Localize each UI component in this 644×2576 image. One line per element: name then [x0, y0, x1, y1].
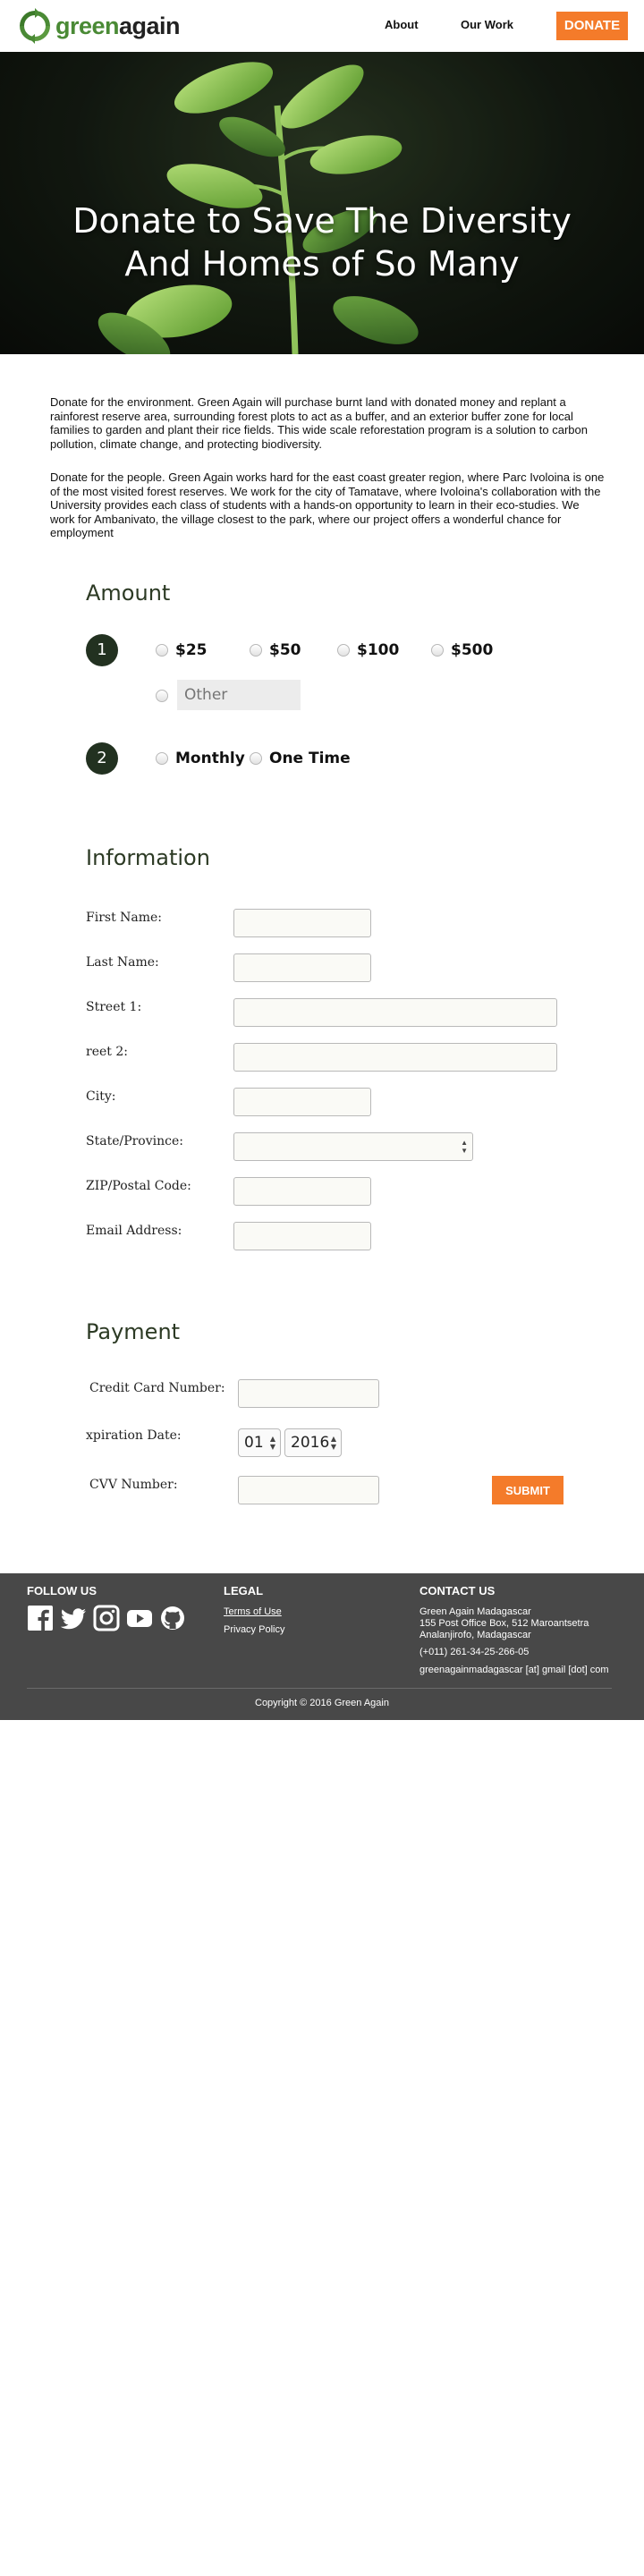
amount-option-25[interactable]: $25	[156, 640, 208, 660]
cvv-field[interactable]	[238, 1476, 379, 1504]
street1-label: Street 1:	[86, 1000, 142, 1014]
contact-address-line2: Analanjirofo, Madagascar	[419, 1630, 531, 1640]
select-arrows-icon: ▲ ▼	[269, 1435, 275, 1451]
zip-field[interactable]	[233, 1177, 371, 1206]
email-field[interactable]	[233, 1222, 371, 1250]
expiry-year-select[interactable]: 2016 ▲ ▼	[284, 1428, 342, 1457]
last-name-label: Last Name:	[86, 955, 159, 970]
select-arrows-icon: ▲ ▼	[461, 1139, 468, 1155]
state-label: State/Province:	[86, 1134, 183, 1148]
street2-label: reet 2:	[86, 1045, 128, 1059]
amount-option-100[interactable]: $100	[337, 640, 399, 660]
radio-button[interactable]	[156, 690, 168, 702]
logo-wordmark: greenagain	[55, 12, 181, 40]
hero-title: Donate to Save The Diversity And Homes o…	[72, 201, 572, 284]
github-icon[interactable]	[159, 1605, 186, 1631]
nav-link-our-work[interactable]: Our Work	[461, 18, 513, 31]
city-field[interactable]	[233, 1088, 371, 1116]
select-arrows-icon: ▲ ▼	[330, 1435, 336, 1451]
card-number-field[interactable]	[238, 1379, 379, 1408]
follow-us-heading: FOLLOW US	[27, 1584, 97, 1597]
step-1-badge: 1	[86, 634, 118, 666]
submit-button[interactable]: SUBMIT	[492, 1476, 564, 1504]
expiry-month-value: 01	[244, 1434, 264, 1452]
email-label: Email Address:	[86, 1224, 182, 1238]
radio-button[interactable]	[337, 644, 350, 657]
intro-paragraph-environment: Donate for the environment. Green Again …	[50, 395, 588, 451]
nav-link-about[interactable]: About	[385, 18, 419, 31]
radio-button[interactable]	[250, 644, 262, 657]
contact-phone: (+011) 261-34-25-266-05	[419, 1647, 530, 1657]
facebook-icon[interactable]	[27, 1605, 54, 1631]
amount-option-label: $500	[451, 641, 494, 659]
frequency-option-label: Monthly	[175, 750, 245, 767]
site-logo[interactable]: greenagain	[16, 7, 181, 45]
radio-button[interactable]	[431, 644, 444, 657]
amount-section-title: Amount	[86, 580, 171, 606]
privacy-policy-link[interactable]: Privacy Policy	[224, 1624, 284, 1635]
state-select[interactable]: ▲ ▼	[233, 1132, 473, 1161]
expiry-month-select[interactable]: 01 ▲ ▼	[238, 1428, 281, 1457]
radio-button[interactable]	[250, 752, 262, 765]
amount-option-other[interactable]	[156, 686, 175, 706]
contact-org: Green Again Madagascar	[419, 1606, 531, 1617]
copyright-text: Copyright © 2016 Green Again	[255, 1698, 389, 1708]
radio-button[interactable]	[156, 752, 168, 765]
frequency-option-monthly[interactable]: Monthly	[156, 749, 245, 768]
logo-text-green: green	[55, 13, 120, 39]
intro-paragraph-people: Donate for the people. Green Again works…	[50, 470, 605, 539]
logo-text-dark: again	[119, 13, 181, 39]
amount-option-label: $50	[269, 641, 301, 659]
street1-field[interactable]	[233, 998, 557, 1027]
amount-option-label: $100	[357, 641, 400, 659]
card-number-label: Credit Card Number:	[89, 1381, 225, 1395]
top-nav: greenagain About Our Work DONATE	[0, 0, 644, 52]
legal-heading: LEGAL	[224, 1584, 264, 1597]
last-name-field[interactable]	[233, 953, 371, 982]
frequency-option-label: One Time	[269, 750, 351, 767]
city-label: City:	[86, 1089, 116, 1104]
contact-address-line1: 155 Post Office Box, 512 Maroantsetra	[419, 1618, 589, 1629]
twitter-icon[interactable]	[60, 1605, 87, 1631]
instagram-icon[interactable]	[93, 1605, 120, 1631]
step-2-badge: 2	[86, 742, 118, 775]
frequency-option-one-time[interactable]: One Time	[250, 749, 351, 768]
social-links	[27, 1605, 192, 1631]
youtube-icon[interactable]	[126, 1605, 153, 1631]
amount-option-50[interactable]: $50	[250, 640, 301, 660]
radio-button[interactable]	[156, 644, 168, 657]
amount-option-500[interactable]: $500	[431, 640, 493, 660]
cvv-label: CVV Number:	[89, 1478, 178, 1492]
contact-us-heading: CONTACT US	[419, 1584, 496, 1597]
amount-option-label: $25	[175, 641, 208, 659]
terms-of-use-link[interactable]: Terms of Use	[224, 1606, 282, 1617]
information-section-title: Information	[86, 845, 210, 870]
expiry-label: xpiration Date:	[86, 1428, 182, 1443]
contact-email: greenagainmadagascar [at] gmail [dot] co…	[419, 1665, 609, 1675]
footer-divider	[27, 1688, 612, 1689]
expiry-year-value: 2016	[291, 1434, 330, 1452]
nav-donate-button[interactable]: DONATE	[556, 12, 628, 40]
first-name-label: First Name:	[86, 911, 163, 925]
first-name-field[interactable]	[233, 909, 371, 937]
street2-field[interactable]	[233, 1043, 557, 1072]
payment-section-title: Payment	[86, 1319, 181, 1344]
hero-banner: Donate to Save The Diversity And Homes o…	[0, 52, 644, 354]
zip-label: ZIP/Postal Code:	[86, 1179, 191, 1193]
site-footer: FOLLOW US LEGAL Terms of Use Privacy Pol…	[0, 1573, 644, 1720]
other-amount-input[interactable]	[177, 680, 301, 710]
recycle-logo-icon	[20, 8, 50, 44]
